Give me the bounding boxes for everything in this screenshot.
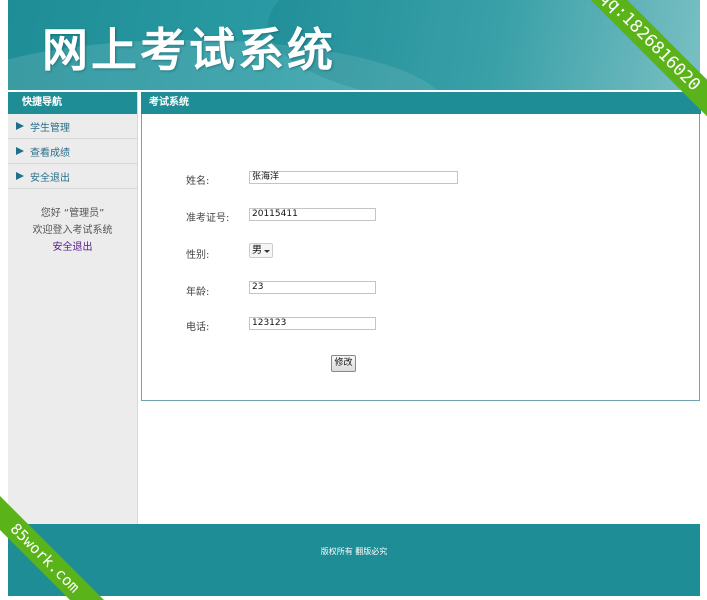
sidebar-item-view-scores[interactable]: 查看成绩 (8, 139, 137, 164)
greeting: 您好 “管理员” 欢迎登入考试系统 安全退出 (8, 205, 137, 256)
site-header: 网上考试系统 (8, 0, 700, 90)
age-field[interactable]: 23 (249, 281, 376, 294)
modify-button[interactable]: 修改 (331, 355, 356, 372)
sidebar: 快捷导航 学生管理 查看成绩 安全退出 您好 “管理员” 欢迎登入考试系统 安全… (8, 92, 138, 524)
sidebar-item-label: 安全退出 (30, 172, 70, 184)
main-title: 考试系统 (141, 92, 701, 114)
greeting-user: 您好 “管理员” (40, 208, 105, 219)
sidebar-item-student-management[interactable]: 学生管理 (8, 114, 137, 139)
ticket-number-field[interactable]: 20115411 (249, 208, 376, 221)
footer: 版权所有 翻版必究 (8, 524, 700, 596)
ticket-label: 准考证号: (186, 213, 230, 224)
phone-label: 电话: (186, 322, 210, 333)
chevron-down-icon (264, 250, 270, 253)
student-form-panel: 姓名: 张海洋 准考证号: 20115411 性别: 男 年龄: 23 电话: … (141, 114, 700, 401)
gender-value: 男 (252, 245, 262, 256)
name-field[interactable]: 张海洋 (249, 171, 458, 184)
site-title: 网上考试系统 (42, 23, 336, 77)
sidebar-title: 快捷导航 (8, 92, 137, 114)
arrow-right-icon (16, 147, 24, 155)
sidebar-item-logout[interactable]: 安全退出 (8, 164, 137, 189)
greeting-welcome: 欢迎登入考试系统 (32, 225, 113, 236)
phone-field[interactable]: 123123 (249, 317, 376, 330)
sidebar-item-label: 查看成绩 (30, 147, 70, 159)
gender-select[interactable]: 男 (249, 243, 273, 258)
arrow-right-icon (16, 172, 24, 180)
logout-link[interactable]: 安全退出 (8, 239, 137, 256)
sidebar-item-label: 学生管理 (30, 122, 70, 134)
gender-label: 性别: (186, 250, 210, 261)
copyright-text: 版权所有 翻版必究 (320, 547, 388, 556)
name-label: 姓名: (186, 176, 210, 187)
arrow-right-icon (16, 122, 24, 130)
age-label: 年龄: (186, 287, 210, 298)
